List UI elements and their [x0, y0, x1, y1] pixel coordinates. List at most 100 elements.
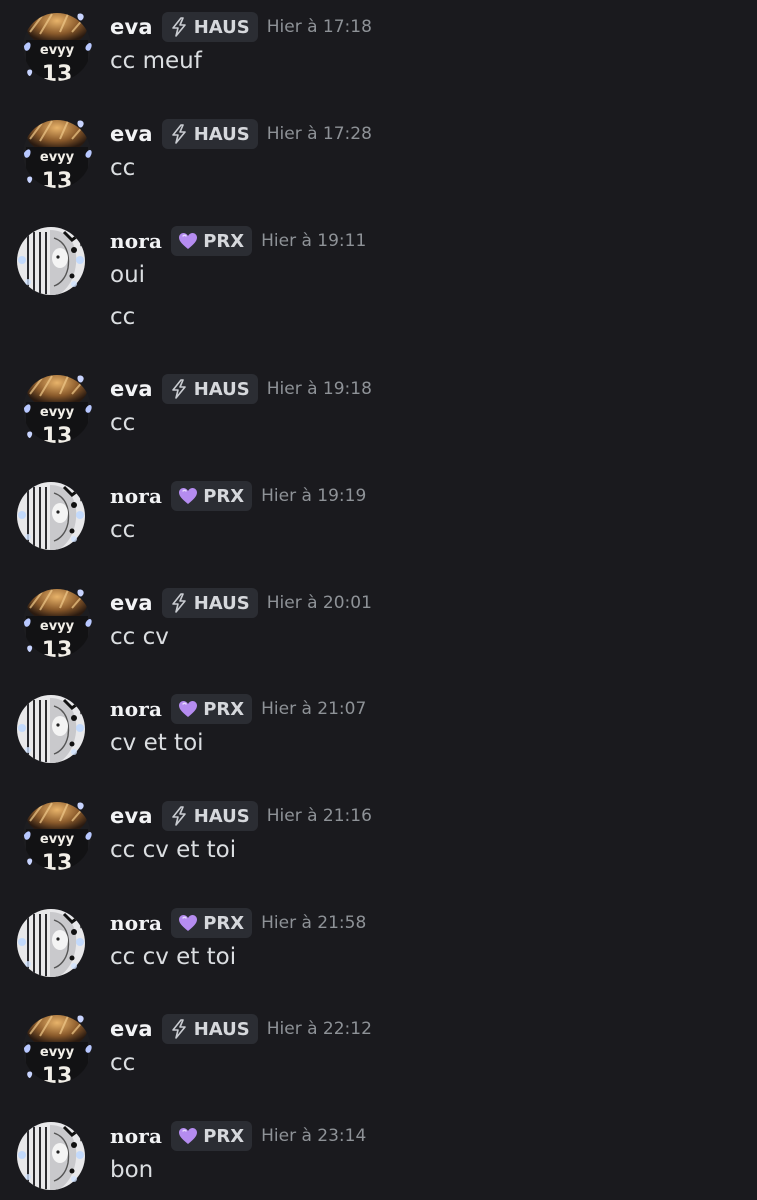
server-tag-label: HAUS: [193, 805, 250, 827]
message-group: evyy 13 eva HAUS Hier à 21:16 cc cv et to…: [0, 789, 757, 889]
purple-heart-icon: [177, 485, 199, 507]
nora-avatar[interactable]: [14, 1119, 88, 1193]
server-tag-label: HAUS: [193, 592, 250, 614]
message-text: cc: [110, 410, 136, 436]
message-text: cc cv et toi: [110, 944, 237, 970]
lightning-icon: [168, 1018, 190, 1040]
message-text: cv et toi: [110, 730, 204, 756]
timestamp: Hier à 21:16: [266, 806, 372, 826]
message-header: nora PRX Hier à 23:14: [110, 1121, 366, 1151]
username[interactable]: nora: [110, 697, 162, 721]
message-group: evyy 13 eva HAUS Hier à 17:28 cc: [0, 107, 757, 207]
eva-avatar[interactable]: evyy 13: [20, 586, 94, 660]
server-tag[interactable]: HAUS: [161, 374, 258, 404]
server-tag-label: HAUS: [193, 16, 250, 38]
message-group: nora PRX Hier à 23:14 bon: [0, 1109, 757, 1200]
timestamp: Hier à 23:14: [261, 1126, 367, 1146]
timestamp: Hier à 17:28: [266, 124, 372, 144]
purple-heart-icon: [177, 1125, 199, 1147]
username[interactable]: eva: [110, 804, 153, 828]
message-text: cc: [110, 304, 136, 330]
username[interactable]: eva: [110, 591, 153, 615]
svg-text:13: 13: [42, 638, 73, 660]
timestamp: Hier à 22:12: [266, 1019, 372, 1039]
server-tag[interactable]: PRX: [171, 694, 253, 724]
server-tag-label: HAUS: [193, 123, 250, 145]
nora-avatar[interactable]: [14, 479, 88, 553]
svg-text:13: 13: [42, 424, 73, 446]
username[interactable]: eva: [110, 1017, 153, 1041]
purple-heart-icon: [177, 230, 199, 252]
message-group: nora PRX Hier à 19:11 oui cc: [0, 214, 757, 354]
username[interactable]: nora: [110, 1124, 162, 1148]
message-header: nora PRX Hier à 19:19: [110, 481, 366, 511]
message-text: cc: [110, 155, 136, 181]
server-tag[interactable]: HAUS: [161, 1014, 258, 1044]
message-header: eva HAUS Hier à 22:12: [110, 1014, 372, 1044]
eva-avatar[interactable]: evyy 13: [20, 10, 94, 84]
server-tag-label: PRX: [203, 230, 245, 252]
message-text: cc cv: [110, 624, 169, 650]
svg-text:13: 13: [42, 1064, 73, 1086]
svg-text:13: 13: [42, 851, 73, 873]
server-tag-label: PRX: [203, 1125, 245, 1147]
message-header: nora PRX Hier à 21:07: [110, 694, 366, 724]
server-tag[interactable]: HAUS: [161, 119, 258, 149]
server-tag-label: HAUS: [193, 1018, 250, 1040]
svg-text:evyy: evyy: [40, 1045, 75, 1060]
message-header: eva HAUS Hier à 21:16: [110, 801, 372, 831]
message-group: nora PRX Hier à 21:07 cv et toi: [0, 682, 757, 782]
message-group: evyy 13 eva HAUS Hier à 19:18 cc: [0, 362, 757, 462]
lightning-icon: [168, 592, 190, 614]
nora-avatar[interactable]: [14, 906, 88, 980]
timestamp: Hier à 17:18: [266, 17, 372, 37]
eva-avatar[interactable]: evyy 13: [20, 117, 94, 191]
message-group: evyy 13 eva HAUS Hier à 20:01 cc cv: [0, 576, 757, 676]
timestamp: Hier à 21:58: [261, 913, 367, 933]
nora-avatar[interactable]: [14, 692, 88, 766]
purple-heart-icon: [177, 698, 199, 720]
eva-avatar[interactable]: evyy 13: [20, 372, 94, 446]
svg-text:evyy: evyy: [40, 43, 75, 58]
server-tag-label: PRX: [203, 698, 245, 720]
server-tag[interactable]: PRX: [171, 1121, 253, 1151]
lightning-icon: [168, 805, 190, 827]
username[interactable]: eva: [110, 122, 153, 146]
timestamp: Hier à 19:19: [261, 486, 367, 506]
message-group: nora PRX Hier à 19:19 cc: [0, 469, 757, 569]
message-header: nora PRX Hier à 19:11: [110, 226, 366, 256]
svg-text:evyy: evyy: [40, 832, 75, 847]
message-text: cc cv et toi: [110, 837, 237, 863]
message-text: cc: [110, 517, 136, 543]
message-text: cc meuf: [110, 48, 202, 74]
server-tag[interactable]: HAUS: [161, 801, 258, 831]
username[interactable]: nora: [110, 229, 162, 253]
svg-text:13: 13: [42, 62, 73, 84]
svg-text:evyy: evyy: [40, 619, 75, 634]
message-header: eva HAUS Hier à 17:28: [110, 119, 372, 149]
message-header: eva HAUS Hier à 17:18: [110, 12, 372, 42]
purple-heart-icon: [177, 912, 199, 934]
lightning-icon: [168, 123, 190, 145]
message-group: evyy 13 eva HAUS Hier à 17:18 cc meuf: [0, 0, 757, 100]
message-header: eva HAUS Hier à 20:01: [110, 588, 372, 618]
server-tag[interactable]: HAUS: [161, 588, 258, 618]
eva-avatar[interactable]: evyy 13: [20, 1012, 94, 1086]
server-tag-label: PRX: [203, 485, 245, 507]
server-tag[interactable]: PRX: [171, 226, 253, 256]
server-tag[interactable]: HAUS: [161, 12, 258, 42]
message-text: bon: [110, 1157, 154, 1183]
svg-text:evyy: evyy: [40, 150, 75, 165]
server-tag-label: PRX: [203, 912, 245, 934]
username[interactable]: eva: [110, 377, 153, 401]
username[interactable]: eva: [110, 15, 153, 39]
username[interactable]: nora: [110, 484, 162, 508]
server-tag[interactable]: PRX: [171, 908, 253, 938]
username[interactable]: nora: [110, 911, 162, 935]
server-tag[interactable]: PRX: [171, 481, 253, 511]
eva-avatar[interactable]: evyy 13: [20, 799, 94, 873]
nora-avatar[interactable]: [14, 224, 88, 298]
server-tag-label: HAUS: [193, 378, 250, 400]
lightning-icon: [168, 378, 190, 400]
message-header: nora PRX Hier à 21:58: [110, 908, 366, 938]
